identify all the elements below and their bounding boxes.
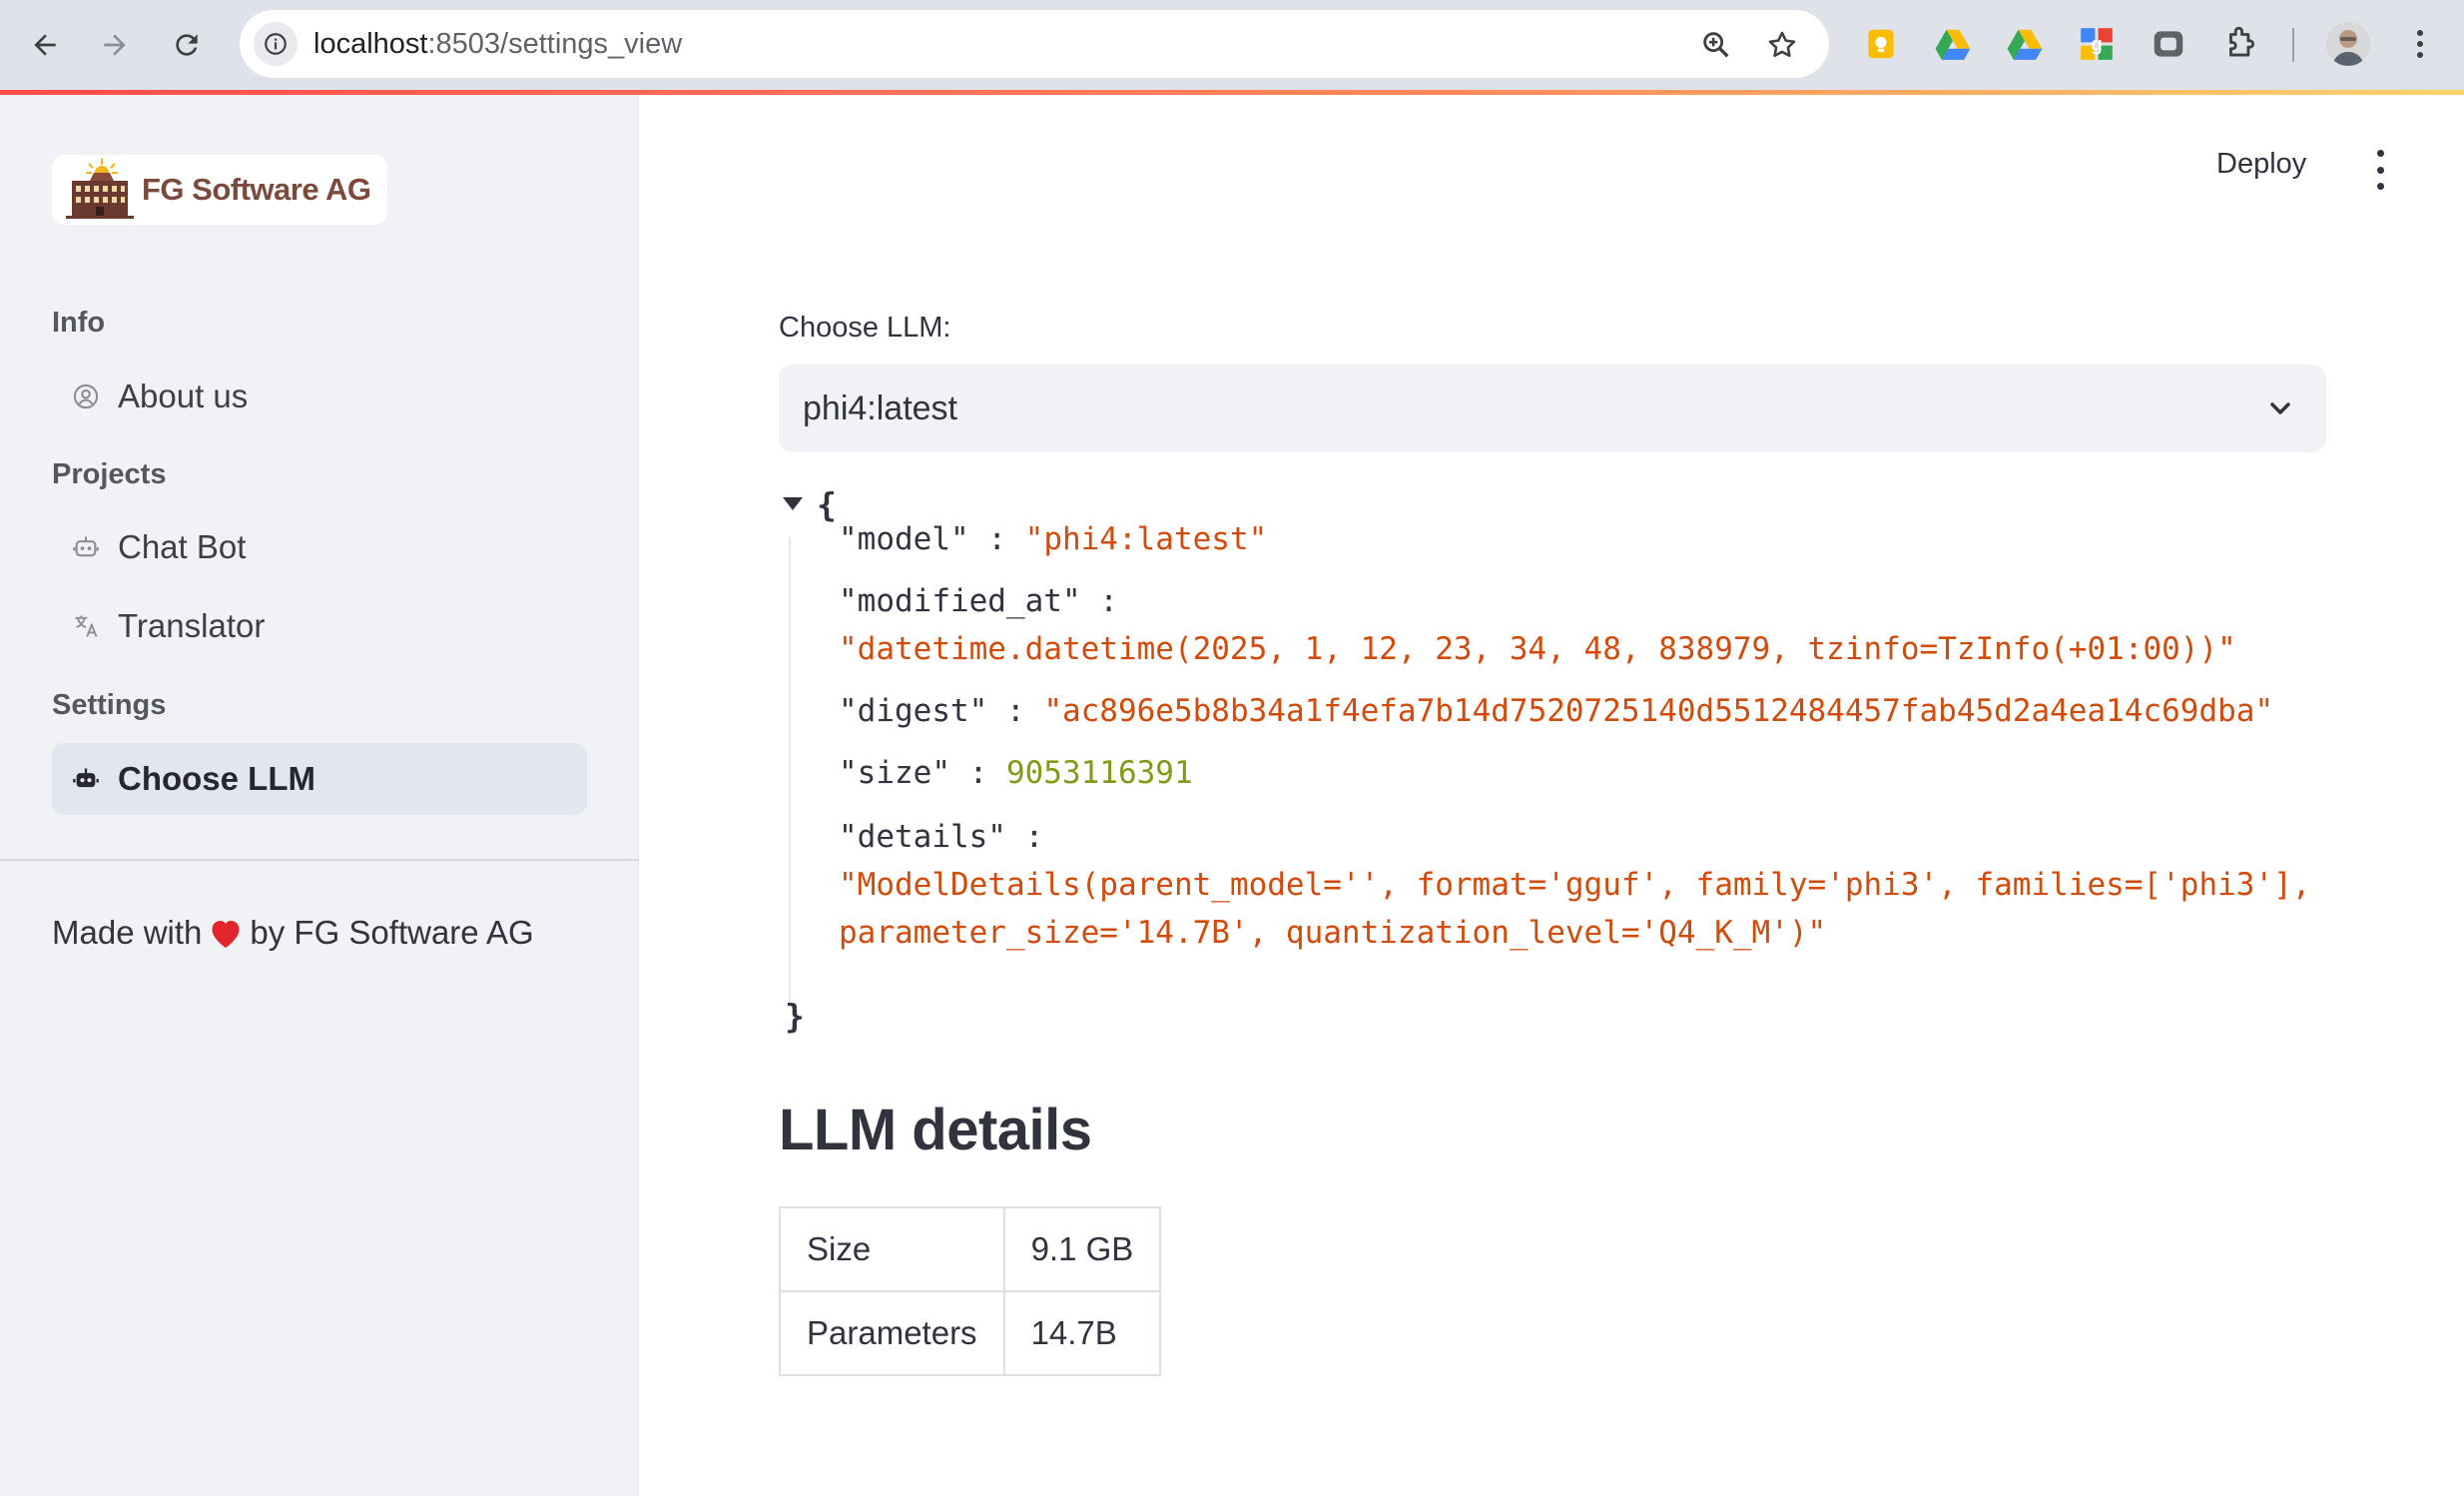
- drive-extension-2-icon[interactable]: [2005, 24, 2045, 64]
- section-label-info: Info: [52, 307, 106, 339]
- sidebar-item-label: Choose LLM: [118, 760, 315, 797]
- profile-avatar[interactable]: [2326, 22, 2370, 66]
- sidebar-divider: [0, 859, 639, 861]
- json-value: "ModelDetails(parent_model='', format='g…: [839, 867, 2311, 903]
- table-cell-value: 14.7B: [1002, 1290, 1162, 1376]
- sidebar-item-translator[interactable]: Translator: [52, 590, 587, 662]
- translate-icon: [70, 610, 102, 642]
- robot-icon: [70, 531, 102, 563]
- heart-icon: [212, 921, 240, 948]
- sidebar-item-label: About us: [118, 377, 249, 414]
- url-host: localhost: [313, 28, 428, 60]
- footer-text-after: by FG Software AG: [250, 914, 534, 951]
- json-colon: :: [968, 521, 1025, 557]
- json-row-size: "size" : 9053116391: [839, 755, 1193, 791]
- json-value: "datetime.datetime(2025, 1, 12, 23, 34, …: [839, 631, 2236, 667]
- site-info-icon[interactable]: [254, 22, 298, 66]
- json-key: "model": [839, 521, 969, 557]
- deploy-button[interactable]: Deploy: [2216, 148, 2306, 181]
- json-row-details: "details" :: [839, 819, 1062, 855]
- json-row-model: "model" : "phi4:latest": [839, 521, 1267, 557]
- building-logo-icon: [66, 159, 134, 219]
- sidebar-item-choose-llm[interactable]: Choose LLM: [52, 743, 587, 815]
- back-button[interactable]: [22, 22, 68, 68]
- bookmark-star-icon[interactable]: [1765, 28, 1799, 62]
- extensions-puzzle-icon[interactable]: [2220, 24, 2260, 64]
- keep-extension-icon[interactable]: [1861, 24, 1901, 64]
- json-value: "phi4:latest": [1024, 521, 1268, 557]
- arrow-right-icon: [104, 34, 126, 56]
- json-colon: :: [987, 693, 1044, 729]
- llm-details-table: Size 9.1 GB Parameters 14.7B: [779, 1206, 1162, 1376]
- llm-details-heading: LLM details: [779, 1098, 1092, 1162]
- table-cell-value: 9.1 GB: [1002, 1206, 1162, 1292]
- json-row-modified-at-value: "datetime.datetime(2025, 1, 12, 23, 34, …: [839, 631, 2236, 667]
- json-close-brace: }: [785, 997, 805, 1036]
- json-key: "details": [839, 819, 1006, 855]
- address-bar[interactable]: localhost:8503/settings_view: [240, 10, 1829, 78]
- main-menu-button[interactable]: [2368, 150, 2392, 190]
- google-apps-extension-icon[interactable]: g: [2077, 24, 2117, 64]
- toolbar-separator: [2292, 28, 2294, 62]
- forward-button[interactable]: [92, 22, 138, 68]
- sidebar-item-label: Chat Bot: [118, 528, 247, 565]
- section-label-settings: Settings: [52, 689, 167, 721]
- arrow-left-icon: [34, 34, 56, 56]
- company-logo[interactable]: FG Software AG: [52, 155, 387, 225]
- json-row-digest: "digest" : "ac896e5b8b34a1f4efa7b14d7520…: [839, 693, 2273, 729]
- json-key: "size": [839, 755, 950, 791]
- sidebar-footer: Made with by FG Software AG: [52, 914, 534, 952]
- json-collapse-toggle[interactable]: [783, 497, 803, 510]
- json-key: "digest": [839, 693, 988, 729]
- json-row-modified-at: "modified_at" :: [839, 583, 1137, 619]
- media-extension-icon[interactable]: [2149, 24, 2188, 64]
- table-cell-key: Parameters: [779, 1290, 1005, 1376]
- json-key: "modified_at": [839, 583, 1081, 619]
- section-label-projects: Projects: [52, 458, 167, 490]
- menu-dot: [2376, 150, 2384, 157]
- zoom-icon[interactable]: [1699, 28, 1733, 62]
- table-cell-key: Size: [779, 1206, 1005, 1292]
- sidebar: FG Software AG Info About us Projects Ch…: [0, 95, 639, 1496]
- json-value: "ac896e5b8b34a1f4efa7b14d7520725140d5512…: [1043, 693, 2274, 729]
- more-vertical-icon: [2417, 30, 2423, 58]
- json-row-details-value-1: "ModelDetails(parent_model='', format='g…: [839, 867, 2310, 903]
- reload-button[interactable]: [164, 22, 210, 68]
- json-open-brace: {: [817, 485, 837, 524]
- json-indent-guide: [789, 537, 791, 1007]
- url-path: :8503/settings_view: [427, 28, 683, 60]
- choose-llm-label: Choose LLM:: [779, 312, 951, 344]
- footer-text-before: Made with: [52, 914, 203, 951]
- llm-select-value: phi4:latest: [803, 389, 957, 427]
- json-colon: :: [1080, 583, 1137, 619]
- llm-select[interactable]: phi4:latest: [779, 365, 2326, 452]
- svg-text:g: g: [2091, 34, 2103, 55]
- sidebar-item-about-us[interactable]: About us: [52, 361, 587, 432]
- drive-extension-icon[interactable]: [1933, 24, 1973, 64]
- table-row: Size 9.1 GB: [779, 1206, 1162, 1292]
- logo-text: FG Software AG: [142, 172, 371, 207]
- chevron-down-icon: [2264, 392, 2296, 424]
- menu-dot: [2376, 183, 2384, 190]
- json-value: parameter_size='14.7B', quantization_lev…: [839, 915, 1827, 951]
- table-row: Parameters 14.7B: [779, 1290, 1162, 1376]
- sidebar-item-label: Translator: [118, 607, 266, 644]
- url-text: localhost:8503/settings_view: [313, 10, 682, 78]
- json-value: 9053116391: [1005, 755, 1193, 791]
- browser-menu-button[interactable]: [2400, 22, 2440, 66]
- menu-dot: [2376, 166, 2384, 174]
- user-circle-icon: [70, 380, 102, 412]
- sidebar-item-chat-bot[interactable]: Chat Bot: [52, 511, 587, 583]
- robot-icon: [70, 763, 102, 795]
- json-row-details-value-2: parameter_size='14.7B', quantization_lev…: [839, 915, 1826, 951]
- browser-toolbar: localhost:8503/settings_view g: [0, 0, 2464, 90]
- json-colon: :: [1005, 819, 1062, 855]
- json-colon: :: [949, 755, 1006, 791]
- reload-icon: [176, 34, 198, 56]
